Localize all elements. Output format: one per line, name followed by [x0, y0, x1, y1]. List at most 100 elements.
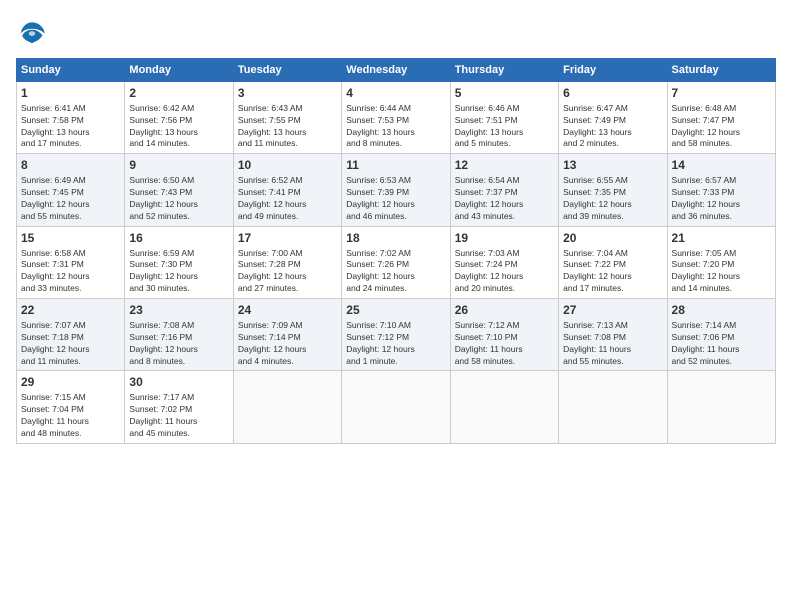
day-info: Sunrise: 7:04 AMSunset: 7:22 PMDaylight:… — [563, 248, 662, 296]
week-row-3: 15Sunrise: 6:58 AMSunset: 7:31 PMDayligh… — [17, 226, 776, 298]
day-info: Sunrise: 6:55 AMSunset: 7:35 PMDaylight:… — [563, 175, 662, 223]
col-header-saturday: Saturday — [667, 59, 775, 82]
calendar-cell: 8Sunrise: 6:49 AMSunset: 7:45 PMDaylight… — [17, 154, 125, 226]
logo-icon — [16, 16, 48, 48]
day-number: 24 — [238, 302, 337, 319]
day-number: 20 — [563, 230, 662, 247]
day-number: 8 — [21, 157, 120, 174]
calendar-cell: 29Sunrise: 7:15 AMSunset: 7:04 PMDayligh… — [17, 371, 125, 443]
calendar-cell — [342, 371, 450, 443]
calendar-cell: 3Sunrise: 6:43 AMSunset: 7:55 PMDaylight… — [233, 82, 341, 154]
day-info: Sunrise: 6:46 AMSunset: 7:51 PMDaylight:… — [455, 103, 554, 151]
calendar-cell: 2Sunrise: 6:42 AMSunset: 7:56 PMDaylight… — [125, 82, 233, 154]
week-row-5: 29Sunrise: 7:15 AMSunset: 7:04 PMDayligh… — [17, 371, 776, 443]
calendar-cell: 17Sunrise: 7:00 AMSunset: 7:28 PMDayligh… — [233, 226, 341, 298]
day-info: Sunrise: 6:44 AMSunset: 7:53 PMDaylight:… — [346, 103, 445, 151]
day-info: Sunrise: 7:15 AMSunset: 7:04 PMDaylight:… — [21, 392, 120, 440]
logo — [16, 16, 52, 48]
day-number: 25 — [346, 302, 445, 319]
day-number: 29 — [21, 374, 120, 391]
col-header-sunday: Sunday — [17, 59, 125, 82]
day-number: 23 — [129, 302, 228, 319]
day-info: Sunrise: 7:02 AMSunset: 7:26 PMDaylight:… — [346, 248, 445, 296]
day-number: 17 — [238, 230, 337, 247]
day-number: 5 — [455, 85, 554, 102]
col-header-thursday: Thursday — [450, 59, 558, 82]
page: SundayMondayTuesdayWednesdayThursdayFrid… — [0, 0, 792, 612]
calendar-cell: 5Sunrise: 6:46 AMSunset: 7:51 PMDaylight… — [450, 82, 558, 154]
calendar-cell: 24Sunrise: 7:09 AMSunset: 7:14 PMDayligh… — [233, 299, 341, 371]
day-number: 13 — [563, 157, 662, 174]
col-header-monday: Monday — [125, 59, 233, 82]
calendar-cell: 23Sunrise: 7:08 AMSunset: 7:16 PMDayligh… — [125, 299, 233, 371]
calendar-cell: 15Sunrise: 6:58 AMSunset: 7:31 PMDayligh… — [17, 226, 125, 298]
day-number: 26 — [455, 302, 554, 319]
day-number: 6 — [563, 85, 662, 102]
day-number: 16 — [129, 230, 228, 247]
day-info: Sunrise: 6:50 AMSunset: 7:43 PMDaylight:… — [129, 175, 228, 223]
calendar-cell: 14Sunrise: 6:57 AMSunset: 7:33 PMDayligh… — [667, 154, 775, 226]
calendar-cell: 13Sunrise: 6:55 AMSunset: 7:35 PMDayligh… — [559, 154, 667, 226]
day-number: 15 — [21, 230, 120, 247]
calendar-cell: 12Sunrise: 6:54 AMSunset: 7:37 PMDayligh… — [450, 154, 558, 226]
calendar-cell — [559, 371, 667, 443]
calendar-cell: 22Sunrise: 7:07 AMSunset: 7:18 PMDayligh… — [17, 299, 125, 371]
calendar-cell: 11Sunrise: 6:53 AMSunset: 7:39 PMDayligh… — [342, 154, 450, 226]
calendar-cell: 20Sunrise: 7:04 AMSunset: 7:22 PMDayligh… — [559, 226, 667, 298]
day-info: Sunrise: 7:07 AMSunset: 7:18 PMDaylight:… — [21, 320, 120, 368]
day-number: 9 — [129, 157, 228, 174]
day-number: 19 — [455, 230, 554, 247]
calendar-cell: 9Sunrise: 6:50 AMSunset: 7:43 PMDaylight… — [125, 154, 233, 226]
calendar-cell: 19Sunrise: 7:03 AMSunset: 7:24 PMDayligh… — [450, 226, 558, 298]
day-number: 3 — [238, 85, 337, 102]
day-info: Sunrise: 6:59 AMSunset: 7:30 PMDaylight:… — [129, 248, 228, 296]
day-info: Sunrise: 6:49 AMSunset: 7:45 PMDaylight:… — [21, 175, 120, 223]
week-row-2: 8Sunrise: 6:49 AMSunset: 7:45 PMDaylight… — [17, 154, 776, 226]
calendar-cell: 6Sunrise: 6:47 AMSunset: 7:49 PMDaylight… — [559, 82, 667, 154]
calendar-cell: 30Sunrise: 7:17 AMSunset: 7:02 PMDayligh… — [125, 371, 233, 443]
calendar-cell: 25Sunrise: 7:10 AMSunset: 7:12 PMDayligh… — [342, 299, 450, 371]
day-number: 4 — [346, 85, 445, 102]
col-header-wednesday: Wednesday — [342, 59, 450, 82]
day-info: Sunrise: 7:03 AMSunset: 7:24 PMDaylight:… — [455, 248, 554, 296]
header-row: SundayMondayTuesdayWednesdayThursdayFrid… — [17, 59, 776, 82]
calendar-cell — [233, 371, 341, 443]
day-info: Sunrise: 7:13 AMSunset: 7:08 PMDaylight:… — [563, 320, 662, 368]
calendar-cell: 28Sunrise: 7:14 AMSunset: 7:06 PMDayligh… — [667, 299, 775, 371]
day-info: Sunrise: 6:52 AMSunset: 7:41 PMDaylight:… — [238, 175, 337, 223]
day-number: 11 — [346, 157, 445, 174]
day-info: Sunrise: 7:14 AMSunset: 7:06 PMDaylight:… — [672, 320, 771, 368]
calendar-cell: 4Sunrise: 6:44 AMSunset: 7:53 PMDaylight… — [342, 82, 450, 154]
day-number: 10 — [238, 157, 337, 174]
day-info: Sunrise: 6:41 AMSunset: 7:58 PMDaylight:… — [21, 103, 120, 151]
day-info: Sunrise: 7:12 AMSunset: 7:10 PMDaylight:… — [455, 320, 554, 368]
day-number: 22 — [21, 302, 120, 319]
calendar-cell: 18Sunrise: 7:02 AMSunset: 7:26 PMDayligh… — [342, 226, 450, 298]
day-info: Sunrise: 7:10 AMSunset: 7:12 PMDaylight:… — [346, 320, 445, 368]
day-info: Sunrise: 7:17 AMSunset: 7:02 PMDaylight:… — [129, 392, 228, 440]
day-number: 7 — [672, 85, 771, 102]
calendar-cell: 16Sunrise: 6:59 AMSunset: 7:30 PMDayligh… — [125, 226, 233, 298]
day-info: Sunrise: 6:58 AMSunset: 7:31 PMDaylight:… — [21, 248, 120, 296]
day-info: Sunrise: 6:57 AMSunset: 7:33 PMDaylight:… — [672, 175, 771, 223]
day-info: Sunrise: 7:05 AMSunset: 7:20 PMDaylight:… — [672, 248, 771, 296]
calendar-cell — [450, 371, 558, 443]
calendar-cell — [667, 371, 775, 443]
day-info: Sunrise: 6:53 AMSunset: 7:39 PMDaylight:… — [346, 175, 445, 223]
calendar-cell: 10Sunrise: 6:52 AMSunset: 7:41 PMDayligh… — [233, 154, 341, 226]
day-number: 2 — [129, 85, 228, 102]
calendar-table: SundayMondayTuesdayWednesdayThursdayFrid… — [16, 58, 776, 444]
day-number: 1 — [21, 85, 120, 102]
day-number: 27 — [563, 302, 662, 319]
day-info: Sunrise: 7:00 AMSunset: 7:28 PMDaylight:… — [238, 248, 337, 296]
calendar-cell: 27Sunrise: 7:13 AMSunset: 7:08 PMDayligh… — [559, 299, 667, 371]
day-number: 18 — [346, 230, 445, 247]
day-number: 21 — [672, 230, 771, 247]
calendar-cell: 7Sunrise: 6:48 AMSunset: 7:47 PMDaylight… — [667, 82, 775, 154]
day-info: Sunrise: 6:48 AMSunset: 7:47 PMDaylight:… — [672, 103, 771, 151]
week-row-1: 1Sunrise: 6:41 AMSunset: 7:58 PMDaylight… — [17, 82, 776, 154]
day-number: 14 — [672, 157, 771, 174]
week-row-4: 22Sunrise: 7:07 AMSunset: 7:18 PMDayligh… — [17, 299, 776, 371]
day-number: 28 — [672, 302, 771, 319]
day-info: Sunrise: 6:42 AMSunset: 7:56 PMDaylight:… — [129, 103, 228, 151]
